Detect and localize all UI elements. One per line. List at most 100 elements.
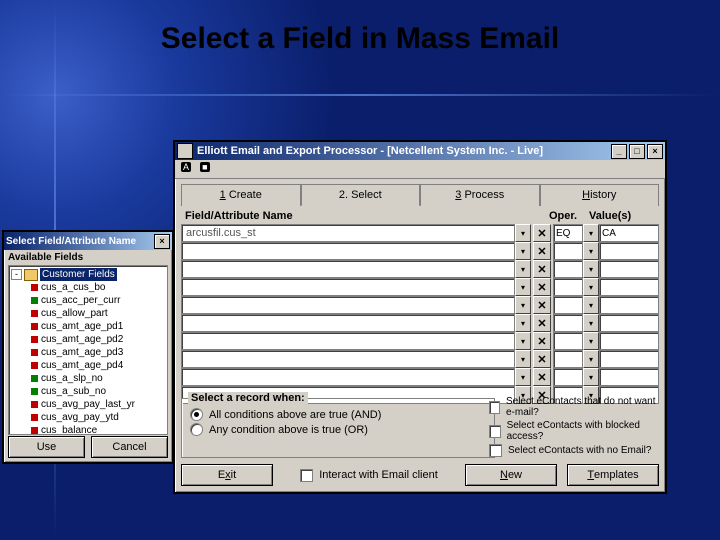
- field-dropdown[interactable]: [515, 368, 531, 386]
- toolbar: A ■: [175, 160, 665, 179]
- templates-button[interactable]: Templates: [567, 464, 659, 486]
- cancel-button[interactable]: Cancel: [91, 436, 168, 458]
- main-window: Elliott Email and Export Processor - [Ne…: [173, 140, 667, 494]
- operator-dropdown[interactable]: [583, 332, 599, 350]
- filter-row: arcusfil.cus_st ✕EQ CA: [181, 224, 659, 242]
- tree-item[interactable]: cus_avg_pay_ytd: [11, 411, 165, 424]
- radio-and[interactable]: All conditions above are true (AND): [190, 407, 486, 422]
- radio-or[interactable]: Any condition above is true (OR): [190, 422, 486, 437]
- exit-button[interactable]: Exit: [181, 464, 273, 486]
- tree-item[interactable]: cus_allow_part: [11, 307, 165, 320]
- maximize-button[interactable]: □: [629, 144, 645, 159]
- field-type-icon: [31, 427, 38, 434]
- check-blocked[interactable]: Select eContacts with blocked access?: [489, 419, 657, 443]
- field-input[interactable]: [181, 332, 515, 350]
- operator-input[interactable]: [553, 278, 583, 296]
- tree-item[interactable]: cus_a_slp_no: [11, 372, 165, 385]
- tree-item[interactable]: cus_a_sub_no: [11, 385, 165, 398]
- value-input[interactable]: [599, 242, 659, 260]
- field-dropdown[interactable]: [515, 332, 531, 350]
- toolbar-icon[interactable]: A: [181, 162, 191, 172]
- tree-item[interactable]: cus_avg_pay_last_yr: [11, 398, 165, 411]
- collapse-icon[interactable]: -: [11, 269, 22, 280]
- tree-item[interactable]: cus_amt_age_pd4: [11, 359, 165, 372]
- check-interact-email[interactable]: Interact with Email client: [283, 468, 455, 483]
- field-input[interactable]: [181, 296, 515, 314]
- operator-input[interactable]: [553, 332, 583, 350]
- minimize-button[interactable]: _: [611, 144, 627, 159]
- field-dropdown[interactable]: [515, 224, 531, 242]
- operator-input[interactable]: [553, 242, 583, 260]
- operator-dropdown[interactable]: [583, 224, 599, 242]
- field-dropdown[interactable]: [515, 242, 531, 260]
- field-dropdown[interactable]: [515, 296, 531, 314]
- field-input[interactable]: [181, 350, 515, 368]
- field-dropdown[interactable]: [515, 350, 531, 368]
- field-input[interactable]: [181, 314, 515, 332]
- value-input[interactable]: [599, 350, 659, 368]
- field-input[interactable]: [181, 368, 515, 386]
- toolbar-icon[interactable]: ■: [200, 162, 209, 172]
- operator-dropdown[interactable]: [583, 314, 599, 332]
- tree-item[interactable]: cus_amt_age_pd3: [11, 346, 165, 359]
- close-button[interactable]: ×: [647, 144, 663, 159]
- clear-row-button[interactable]: ✕: [533, 278, 551, 296]
- new-button[interactable]: New: [465, 464, 557, 486]
- operator-dropdown[interactable]: [583, 242, 599, 260]
- tab-create[interactable]: 1 Create: [181, 184, 301, 206]
- tab-select[interactable]: 2. Select: [301, 184, 421, 206]
- popup-close-button[interactable]: ×: [154, 234, 170, 249]
- tree-root[interactable]: Customer Fields: [40, 268, 117, 281]
- operator-dropdown[interactable]: [583, 278, 599, 296]
- value-input[interactable]: [599, 368, 659, 386]
- check-no-email[interactable]: Select eContacts with no Email?: [489, 443, 657, 458]
- operator-input[interactable]: [553, 314, 583, 332]
- use-button[interactable]: Use: [8, 436, 85, 458]
- field-input[interactable]: [181, 278, 515, 296]
- operator-input[interactable]: [553, 368, 583, 386]
- tree-item[interactable]: cus_balance: [11, 424, 165, 435]
- field-dropdown[interactable]: [515, 260, 531, 278]
- tree-item[interactable]: cus_a_cus_bo: [11, 281, 165, 294]
- filter-row: ✕: [181, 242, 659, 260]
- available-fields-label: Available Fields: [4, 250, 172, 265]
- clear-row-button[interactable]: ✕: [533, 314, 551, 332]
- clear-row-button[interactable]: ✕: [533, 296, 551, 314]
- clear-row-button[interactable]: ✕: [533, 332, 551, 350]
- operator-input[interactable]: [553, 296, 583, 314]
- clear-row-button[interactable]: ✕: [533, 368, 551, 386]
- tree-item[interactable]: cus_acc_per_curr: [11, 294, 165, 307]
- field-input[interactable]: [181, 260, 515, 278]
- clear-row-button[interactable]: ✕: [533, 224, 551, 242]
- operator-input[interactable]: [553, 350, 583, 368]
- value-input[interactable]: [599, 260, 659, 278]
- field-dropdown[interactable]: [515, 314, 531, 332]
- operator-input[interactable]: [553, 260, 583, 278]
- tree-item[interactable]: cus_amt_age_pd1: [11, 320, 165, 333]
- tab-process[interactable]: 3 Process: [420, 184, 540, 206]
- value-input[interactable]: [599, 332, 659, 350]
- field-dropdown[interactable]: [515, 278, 531, 296]
- check-no-want-email[interactable]: Select eContacts that do not want e-mail…: [489, 395, 657, 419]
- field-tree[interactable]: - Customer Fields cus_a_cus_bocus_acc_per…: [8, 265, 168, 435]
- value-input[interactable]: [599, 314, 659, 332]
- operator-dropdown[interactable]: [583, 368, 599, 386]
- value-input[interactable]: [599, 278, 659, 296]
- value-input[interactable]: CA: [599, 224, 659, 242]
- clear-row-button[interactable]: ✕: [533, 242, 551, 260]
- field-type-icon: [31, 375, 38, 382]
- clear-row-button[interactable]: ✕: [533, 350, 551, 368]
- operator-dropdown[interactable]: [583, 350, 599, 368]
- operator-input[interactable]: EQ: [553, 224, 583, 242]
- value-input[interactable]: [599, 296, 659, 314]
- operator-dropdown[interactable]: [583, 260, 599, 278]
- field-input[interactable]: arcusfil.cus_st: [181, 224, 515, 242]
- field-input[interactable]: [181, 242, 515, 260]
- tab-history[interactable]: History: [540, 184, 660, 206]
- operator-dropdown[interactable]: [583, 296, 599, 314]
- grid-header: Field/Attribute Name Oper. Value(s): [181, 210, 659, 222]
- tree-item[interactable]: cus_amt_age_pd2: [11, 333, 165, 346]
- app-icon: [177, 143, 193, 159]
- clear-row-button[interactable]: ✕: [533, 260, 551, 278]
- main-titlebar: Elliott Email and Export Processor - [Ne…: [175, 142, 665, 160]
